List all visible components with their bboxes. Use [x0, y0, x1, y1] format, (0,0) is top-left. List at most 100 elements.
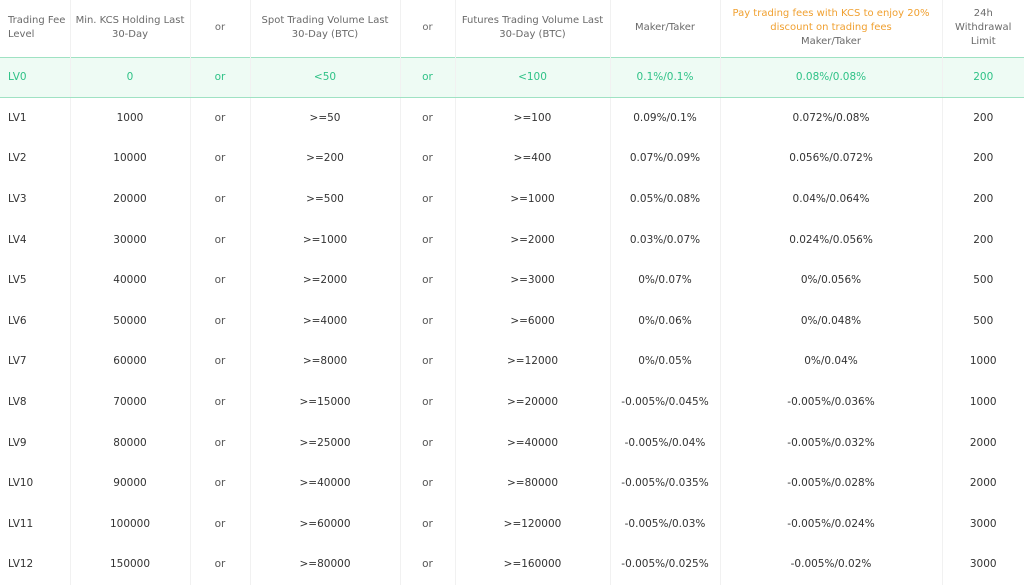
withdrawal-limit-cell: 500	[941, 259, 1024, 301]
maker-taker-fee-cell: 0%/0.07%	[609, 259, 720, 301]
futures-volume-cell: >=120000	[454, 503, 610, 545]
or-cell: or	[399, 97, 455, 139]
withdrawal-limit-cell: 3000	[941, 544, 1024, 585]
withdrawal-limit-cell: 1000	[941, 341, 1024, 382]
maker-taker-fee-cell: 0.1%/0.1%	[609, 56, 720, 99]
spot-volume-cell: >=40000	[249, 462, 400, 504]
table-row: LV1 1000 or >=50 or >=100 0.09%/0.1% 0.072%/0.0…	[0, 97, 1024, 139]
header-maker-taker: Maker/Taker	[609, 0, 720, 57]
table-header-row: Trading Fee Level Min. KCS Holding Last …	[0, 0, 1024, 57]
maker-taker-fee-cell: 0%/0.06%	[609, 300, 720, 342]
kcs-discount-promo: Pay trading fees with KCS to enjoy 20% d…	[732, 8, 930, 34]
kcs-holding-cell: 50000	[69, 300, 190, 342]
spot-volume-cell: >=80000	[249, 544, 400, 585]
spot-volume-cell: >=4000	[249, 300, 400, 342]
kcs-holding-cell: 60000	[69, 341, 190, 382]
withdrawal-limit-cell: 200	[941, 138, 1024, 179]
withdrawal-limit-cell: 3000	[941, 503, 1024, 545]
spot-volume-cell: >=2000	[249, 259, 400, 301]
maker-taker-fee-cell: 0.07%/0.09%	[609, 138, 720, 179]
maker-taker-fee-cell: 0.09%/0.1%	[609, 97, 720, 139]
or-cell: or	[399, 381, 455, 423]
header-or: or	[189, 0, 250, 57]
table-row: LV11 100000 or >=60000 or >=120000 -0.005%/0.0…	[0, 503, 1024, 545]
or-cell: or	[189, 97, 250, 139]
futures-volume-cell: >=1000	[454, 178, 610, 220]
or-cell: or	[189, 544, 250, 585]
fee-table-body: LV0 0 or <50 or <100 0.1%/0.1% 0.08%/0.08% 200 LV…	[0, 56, 1024, 585]
withdrawal-limit-cell: 1000	[941, 381, 1024, 423]
kcs-maker-taker-fee-cell: -0.005%/0.036%	[719, 381, 942, 423]
header-spot-volume: Spot Trading Volume Last 30-Day (BTC)	[249, 0, 400, 57]
withdrawal-limit-cell: 200	[941, 219, 1024, 260]
or-cell: or	[399, 178, 455, 220]
withdrawal-limit-cell: 200	[941, 97, 1024, 139]
or-cell: or	[189, 56, 250, 99]
kcs-maker-taker-fee-cell: 0%/0.04%	[719, 341, 942, 382]
spot-volume-cell: >=25000	[249, 422, 400, 463]
kcs-maker-taker-fee-cell: -0.005%/0.028%	[719, 462, 942, 504]
or-cell: or	[399, 138, 455, 179]
kcs-maker-taker-fee-cell: 0.04%/0.064%	[719, 178, 942, 220]
spot-volume-cell: >=1000	[249, 219, 400, 260]
kcs-holding-cell: 80000	[69, 422, 190, 463]
maker-taker-fee-cell: -0.005%/0.04%	[609, 422, 720, 463]
header-kcs-holding: Min. KCS Holding Last 30-Day	[69, 0, 190, 57]
or-cell: or	[399, 422, 455, 463]
or-cell: or	[399, 544, 455, 585]
level-cell: LV10	[8, 477, 34, 490]
kcs-holding-cell: 90000	[69, 462, 190, 504]
spot-volume-cell: >=60000	[249, 503, 400, 545]
table-row: LV4 30000 or >=1000 or >=2000 0.03%/0.07% 0.024…	[0, 219, 1024, 260]
table-row: LV2 10000 or >=200 or >=400 0.07%/0.09% 0.056%/…	[0, 138, 1024, 179]
or-cell: or	[189, 178, 250, 220]
or-cell: or	[189, 503, 250, 545]
header-or: or	[399, 0, 455, 57]
or-cell: or	[399, 341, 455, 382]
futures-volume-cell: >=400	[454, 138, 610, 179]
kcs-holding-cell: 20000	[69, 178, 190, 220]
maker-taker-fee-cell: 0.03%/0.07%	[609, 219, 720, 260]
kcs-holding-cell: 70000	[69, 381, 190, 423]
kcs-holding-cell: 40000	[69, 259, 190, 301]
table-row: LV10 90000 or >=40000 or >=80000 -0.005%/0.035…	[0, 462, 1024, 504]
kcs-maker-taker-fee-cell: 0%/0.048%	[719, 300, 942, 342]
spot-volume-cell: >=200	[249, 138, 400, 179]
level-cell: LV4	[8, 233, 27, 246]
or-cell: or	[189, 300, 250, 342]
or-cell: or	[189, 138, 250, 179]
or-cell: or	[189, 219, 250, 260]
kcs-holding-cell: 10000	[69, 138, 190, 179]
kcs-holding-cell: 150000	[69, 544, 190, 585]
or-cell: or	[189, 422, 250, 463]
futures-volume-cell: >=100	[454, 97, 610, 139]
kcs-maker-taker-fee-cell: -0.005%/0.02%	[719, 544, 942, 585]
trading-fee-table: Trading Fee Level Min. KCS Holding Last …	[0, 0, 1024, 585]
level-cell: LV7	[8, 355, 27, 368]
or-cell: or	[399, 503, 455, 545]
or-cell: or	[399, 259, 455, 301]
table-row: LV3 20000 or >=500 or >=1000 0.05%/0.08% 0.04%/…	[0, 178, 1024, 220]
kcs-maker-taker-fee-cell: -0.005%/0.032%	[719, 422, 942, 463]
level-cell: LV1	[8, 112, 27, 125]
futures-volume-cell: >=3000	[454, 259, 610, 301]
spot-volume-cell: >=15000	[249, 381, 400, 423]
kcs-holding-cell: 1000	[69, 97, 190, 139]
header-trading-fee-level: Trading Fee Level	[8, 15, 66, 41]
level-cell: LV5	[8, 274, 27, 287]
spot-volume-cell: <50	[249, 56, 400, 99]
spot-volume-cell: >=50	[249, 97, 400, 139]
futures-volume-cell: >=80000	[454, 462, 610, 504]
withdrawal-limit-cell: 2000	[941, 462, 1024, 504]
or-cell: or	[399, 462, 455, 504]
maker-taker-fee-cell: -0.005%/0.035%	[609, 462, 720, 504]
kcs-maker-taker-fee-cell: 0.08%/0.08%	[719, 56, 942, 99]
header-futures-volume: Futures Trading Volume Last 30-Day (BTC)	[454, 0, 610, 57]
table-row: LV5 40000 or >=2000 or >=3000 0%/0.07% 0%/0.056…	[0, 259, 1024, 301]
kcs-maker-taker-fee-cell: 0.056%/0.072%	[719, 138, 942, 179]
or-cell: or	[399, 219, 455, 260]
level-cell: LV0	[0, 56, 70, 99]
table-row: LV6 50000 or >=4000 or >=6000 0%/0.06% 0%/0.048…	[0, 300, 1024, 342]
maker-taker-fee-cell: -0.005%/0.025%	[609, 544, 720, 585]
level-cell: LV8	[8, 396, 27, 409]
